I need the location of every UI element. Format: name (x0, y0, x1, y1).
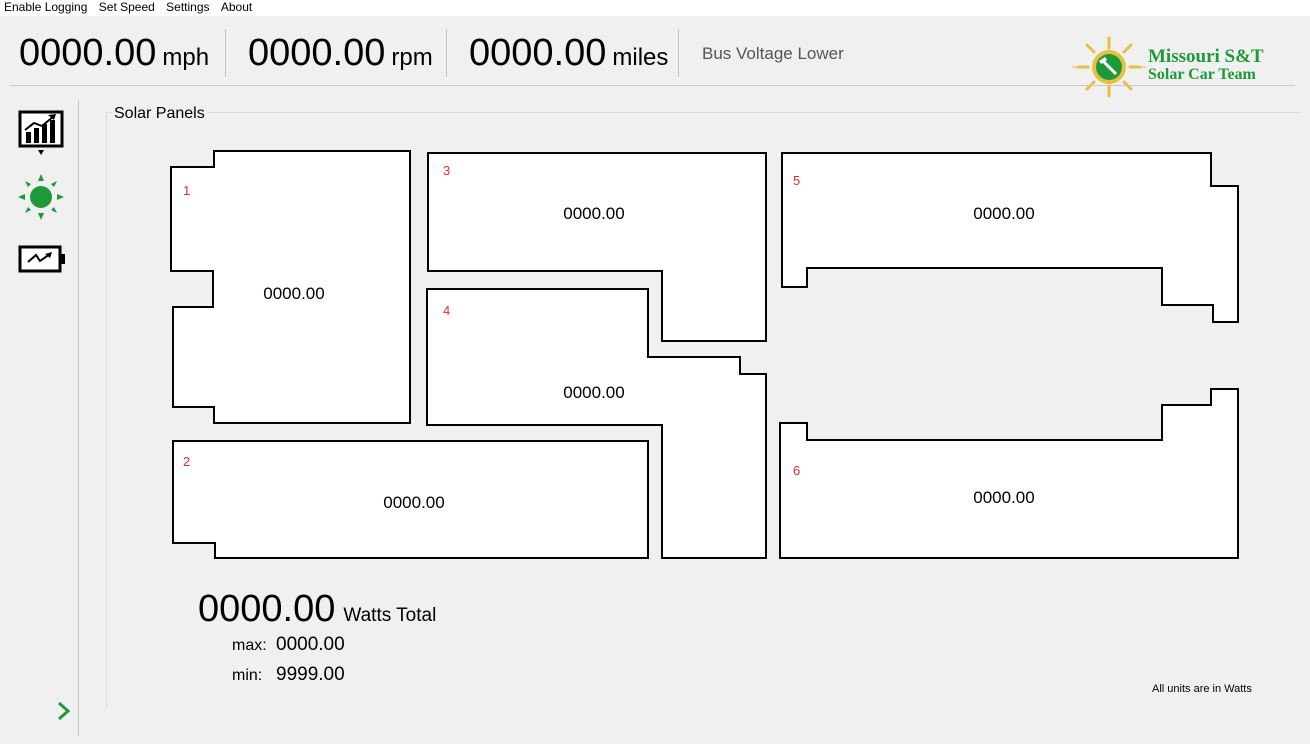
panel-value-2: 0000.00 (383, 493, 444, 512)
solar-panel-6 (779, 388, 1239, 559)
min-label: min: (232, 667, 263, 684)
panel-number-5: 5 (793, 173, 800, 188)
panel-value-1: 0000.00 (263, 284, 324, 303)
watts-total: 0000.00 Watts Total (198, 588, 436, 631)
max-label: max: (232, 637, 267, 654)
panel-value-3: 0000.00 (563, 204, 624, 223)
units-note: All units are in Watts (1152, 683, 1252, 695)
panel-value-4: 0000.00 (563, 383, 624, 402)
panel-number-2: 2 (183, 454, 190, 469)
panel-number-3: 3 (443, 163, 450, 178)
min-value: 9999.00 (276, 664, 345, 685)
panel-value-5: 0000.00 (973, 204, 1034, 223)
panel-number-1: 1 (183, 183, 190, 198)
panel-number-6: 6 (793, 463, 800, 478)
panel-number-4: 4 (443, 303, 450, 318)
solar-panel-layout: 1 2 3 4 5 6 0000.00 0000.00 0000.00 0000… (170, 150, 1239, 559)
max-value: 0000.00 (276, 634, 345, 655)
solar-panel-5 (781, 152, 1239, 323)
panel-value-6: 0000.00 (973, 488, 1034, 507)
min-readout: min: 9999.00 (232, 664, 345, 686)
max-readout: max: 0000.00 (232, 634, 345, 656)
total-value: 0000.00 (198, 588, 336, 630)
total-unit: Watts Total (343, 605, 437, 626)
